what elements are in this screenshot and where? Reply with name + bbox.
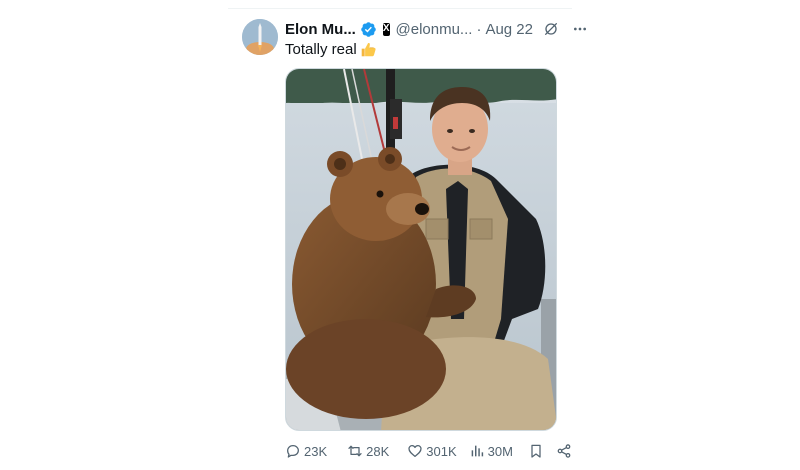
views-chart-icon [471, 445, 483, 457]
bookmark-icon [531, 444, 541, 458]
avatar[interactable] [242, 19, 278, 55]
thumbs-up-emoji-icon [360, 41, 377, 58]
verified-badge-icon [360, 21, 377, 38]
separator-dot: · [476, 20, 482, 38]
more-options-icon[interactable] [572, 21, 588, 37]
bookmark-button[interactable] [528, 443, 544, 459]
heart-icon [408, 445, 422, 457]
reply-button[interactable]: 23K [285, 443, 327, 459]
photo-bear-and-man-on-boat [286, 69, 556, 430]
views-button[interactable]: 30M [469, 443, 513, 459]
share-button[interactable] [556, 443, 572, 459]
like-count: 301K [426, 443, 457, 459]
rocket-launch-avatar-icon [242, 19, 278, 55]
reply-count: 23K [304, 443, 328, 459]
reply-icon [287, 445, 299, 458]
repost-button[interactable]: 28K [347, 443, 389, 459]
tweet-text: Totally real [285, 41, 377, 58]
tweet-date[interactable]: Aug 22 [485, 21, 533, 38]
tweet-media-image[interactable] [285, 68, 557, 431]
repost-count: 28K [366, 443, 390, 459]
share-icon [557, 444, 571, 458]
tweet-text-content: Totally real [285, 41, 357, 58]
tweet-actions-bar: 23K 28K 301K 30M [285, 441, 571, 461]
repost-icon [348, 445, 362, 457]
views-count: 30M [487, 443, 513, 459]
author-name[interactable]: Elon Mu... [285, 21, 356, 38]
x-affiliate-badge-icon: X [382, 22, 390, 36]
author-handle[interactable]: @elonmu... [396, 21, 473, 38]
tweet-header: Elon Mu... X @elonmu... · Aug 22 [285, 18, 586, 40]
like-button[interactable]: 301K [407, 443, 457, 459]
top-divider [228, 8, 572, 9]
grok-icon[interactable] [543, 21, 559, 37]
